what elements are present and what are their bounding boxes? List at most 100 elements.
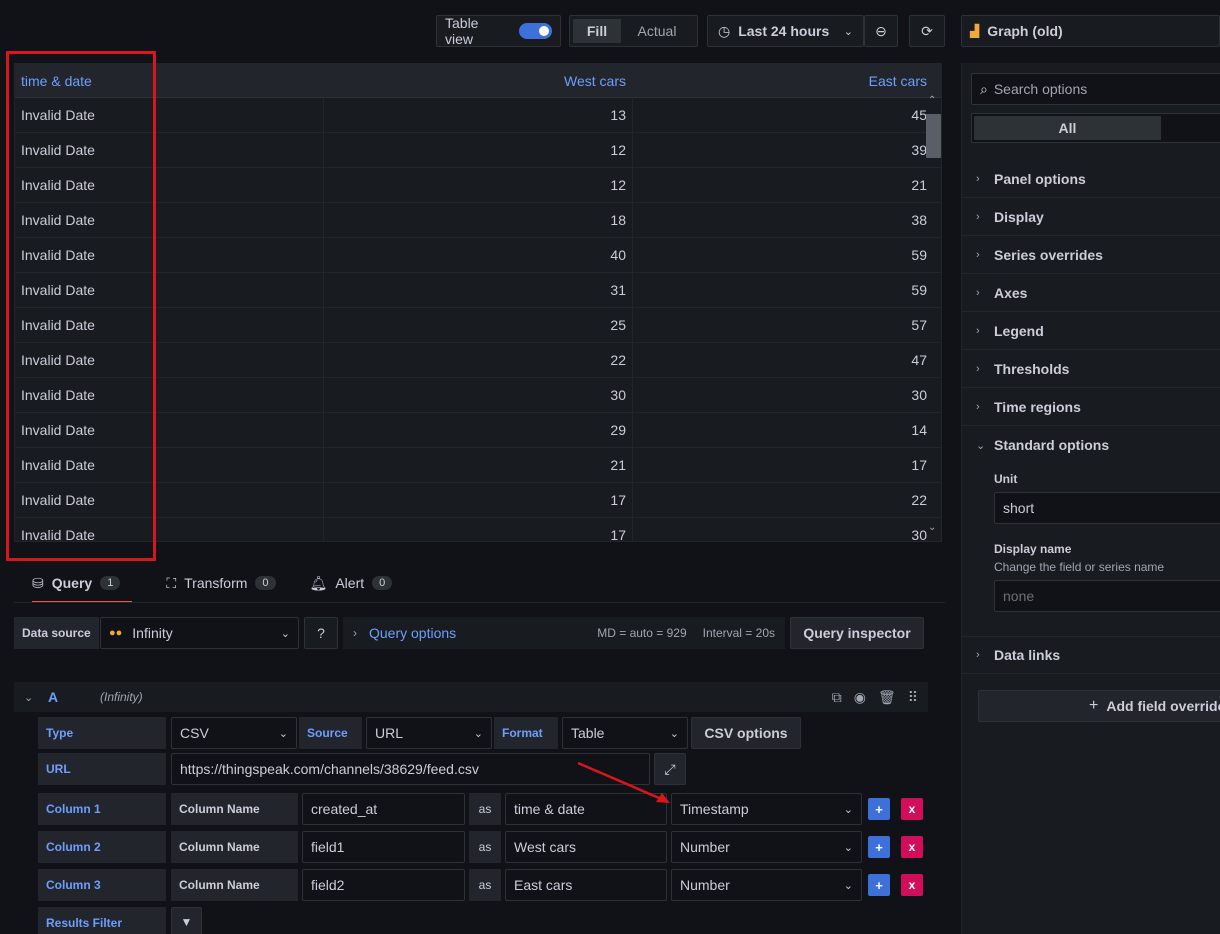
csv-options-button[interactable]: CSV options: [691, 717, 801, 749]
time-range-label: Last 24 hours: [738, 23, 830, 39]
table-view-toggle[interactable]: Table view: [436, 15, 561, 47]
remove-column-button[interactable]: x: [901, 798, 923, 820]
chevron-right-icon: ›: [976, 286, 980, 299]
refresh-button[interactable]: ⟳: [909, 15, 945, 47]
section-panel-options[interactable]: › Panel options: [962, 160, 1220, 198]
table-cell: 40: [324, 238, 633, 272]
standard-options-label: Standard options: [994, 437, 1110, 453]
column-alias-input[interactable]: West cars: [505, 831, 667, 863]
display-name-label: Display name: [994, 542, 1072, 556]
column-header-west[interactable]: West cars: [324, 64, 633, 97]
tab-alert[interactable]: 🔔︎ Alert 0: [310, 575, 393, 592]
column-type-select[interactable]: Number ⌄: [671, 869, 862, 901]
table-cell: 38: [911, 212, 927, 228]
query-options-bar[interactable]: › Query options MD = auto = 929 Interval…: [343, 617, 785, 649]
table-cell: 31: [324, 273, 633, 307]
section-standard-options[interactable]: ⌄ Standard options: [962, 426, 1220, 464]
search-options-input[interactable]: ⌕ Search options: [971, 73, 1220, 105]
section-label: Panel options: [994, 170, 1086, 187]
actual-button[interactable]: Actual: [621, 23, 693, 39]
search-placeholder: Search options: [993, 81, 1088, 97]
table-cell: 21: [911, 177, 927, 193]
fill-actual-group: Fill Actual: [569, 15, 698, 47]
remove-column-button[interactable]: x: [901, 836, 923, 858]
help-icon: ?: [317, 625, 325, 641]
add-field-override-button[interactable]: + Add field override: [978, 690, 1220, 722]
query-inspector-button[interactable]: Query inspector: [790, 617, 924, 649]
format-value: Table: [571, 725, 605, 741]
filter-button[interactable]: ▼: [171, 907, 202, 934]
table-cell: 21: [324, 448, 633, 482]
add-column-button[interactable]: +: [868, 874, 890, 896]
table-cell: 59: [911, 282, 927, 298]
tab-transform[interactable]: ⛶ Transform 0: [166, 575, 276, 592]
display-name-input[interactable]: none: [994, 580, 1220, 612]
tab-query-label: Query: [51, 575, 93, 591]
column-selector-input[interactable]: field1: [302, 831, 465, 863]
table-cell: 39: [911, 142, 927, 158]
column-name-label: Column Name: [171, 831, 298, 863]
format-select[interactable]: Table ⌄: [562, 717, 688, 749]
remove-column-button[interactable]: x: [901, 874, 923, 896]
add-column-button[interactable]: +: [868, 798, 890, 820]
column-header-east[interactable]: East cars: [633, 64, 929, 97]
section-label: Series overrides: [994, 246, 1103, 263]
zoom-out-button[interactable]: ⊖: [864, 15, 898, 47]
table-cell: 12: [324, 168, 633, 202]
section-axes[interactable]: › Axes: [962, 274, 1220, 312]
query-row-header[interactable]: ⌄ A (Infinity) ⧉ ◉ 🗑︎ ⠿: [14, 682, 928, 712]
section-series-overrides[interactable]: › Series overrides: [962, 236, 1220, 274]
data-links-label: Data links: [994, 647, 1061, 663]
query-ref-id[interactable]: A: [48, 689, 100, 705]
column-label: Column 1: [38, 793, 166, 825]
column-alias-input[interactable]: East cars: [505, 869, 667, 901]
chevron-down-icon: ⌄: [669, 727, 679, 740]
fill-button[interactable]: Fill: [573, 19, 621, 43]
visualization-picker[interactable]: ▟ Graph (old): [961, 15, 1220, 47]
scroll-thumb[interactable]: [926, 114, 941, 158]
data-source-value: Infinity: [132, 625, 173, 641]
column-type-select[interactable]: Number ⌄: [671, 831, 862, 863]
bell-icon: 🔔︎: [309, 574, 328, 591]
as-label: as: [469, 831, 501, 863]
section-label: Legend: [994, 322, 1044, 339]
tab-query-count: 1: [100, 576, 121, 590]
section-data-links[interactable]: › Data links: [962, 636, 1220, 674]
time-picker[interactable]: ◷ Last 24 hours ⌄: [707, 15, 864, 47]
help-button[interactable]: ?: [304, 617, 338, 649]
chevron-right-icon: ›: [976, 210, 980, 223]
copy-icon[interactable]: ⧉: [832, 689, 842, 706]
data-source-label: Data source: [14, 617, 99, 649]
chevron-right-icon: ›: [976, 362, 980, 375]
drag-handle-icon[interactable]: ⠿: [908, 689, 918, 706]
table-cell: 59: [911, 247, 927, 263]
chevron-down-icon: ⌄: [843, 841, 853, 854]
type-select[interactable]: CSV ⌄: [171, 717, 297, 749]
eye-icon[interactable]: ◉: [854, 689, 866, 706]
section-display[interactable]: › Display: [962, 198, 1220, 236]
collapse-chevron-icon[interactable]: ⌄: [24, 691, 48, 704]
tab-divider: [14, 602, 945, 603]
tab-transform-count: 0: [255, 576, 276, 590]
display-name-desc: Change the field or series name: [994, 560, 1165, 574]
section-time-regions[interactable]: › Time regions: [962, 388, 1220, 426]
section-legend[interactable]: › Legend: [962, 312, 1220, 350]
unit-input[interactable]: short: [994, 492, 1220, 524]
column-label: Column 2: [38, 831, 166, 863]
tab-query[interactable]: ⛁ Query 1: [32, 575, 133, 604]
source-select[interactable]: URL ⌄: [366, 717, 492, 749]
data-source-select[interactable]: ●● Infinity ⌄: [100, 617, 299, 649]
column-selector-input[interactable]: field2: [302, 869, 465, 901]
table-scrollbar[interactable]: ⌃ ⌄: [925, 95, 941, 533]
type-label: Type: [38, 717, 166, 749]
section-thresholds[interactable]: › Thresholds: [962, 350, 1220, 388]
trash-icon[interactable]: 🗑︎: [878, 689, 896, 706]
column-type-value: Number: [680, 839, 730, 855]
column-selector-input[interactable]: created_at: [302, 793, 465, 825]
column-name-label: Column Name: [171, 869, 298, 901]
toggle-switch[interactable]: [518, 23, 552, 39]
all-tab[interactable]: All: [974, 116, 1161, 140]
column-type-select[interactable]: Timestamp ⌄: [671, 793, 862, 825]
add-column-button[interactable]: +: [868, 836, 890, 858]
table-cell: 29: [324, 413, 633, 447]
